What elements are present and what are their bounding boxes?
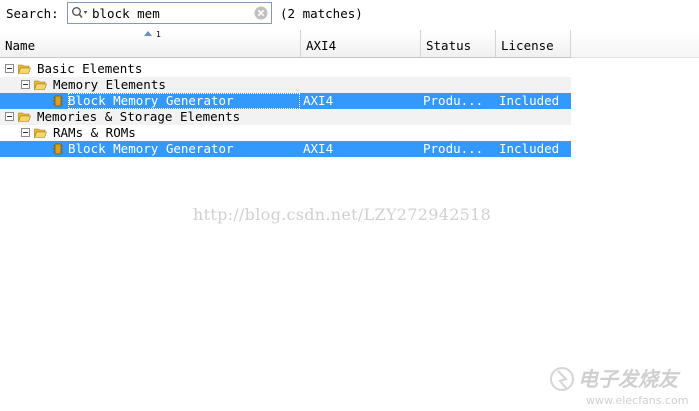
ip-core-icon <box>53 95 63 107</box>
tree-row-block-memory-generator-2[interactable]: Block Memory Generator AXI4 Produ... Inc… <box>0 141 571 157</box>
column-header-license[interactable]: License <box>496 30 571 57</box>
search-box[interactable] <box>67 2 272 24</box>
tree-row-label: Memory Elements <box>53 77 166 92</box>
elecfans-logo-watermark: 电子发烧友 www.elecfans.com <box>550 367 688 407</box>
ip-status: Produ... <box>423 141 484 156</box>
clear-search-icon[interactable] <box>254 6 268 20</box>
column-header-license-label: License <box>501 38 554 53</box>
tree-row-label: Memories & Storage Elements <box>37 109 241 124</box>
match-count: (2 matches) <box>280 6 363 21</box>
logo-domain: www.elecfans.com <box>586 394 688 407</box>
ip-interface: AXI4 <box>303 93 334 108</box>
ip-core-icon <box>53 143 63 155</box>
column-header-name[interactable]: Name 1 <box>0 30 301 57</box>
folder-open-icon <box>18 112 31 122</box>
ip-interface: AXI4 <box>303 141 334 156</box>
ip-name: Block Memory Generator <box>68 141 234 156</box>
column-header-status-label: Status <box>426 38 472 53</box>
header-filler <box>571 30 699 58</box>
folder-open-icon <box>18 64 31 74</box>
url-watermark: http://blog.csdn.net/LZY272942518 <box>193 205 492 224</box>
sort-ascending-icon: 1 <box>144 30 161 39</box>
column-header-status[interactable]: Status <box>421 30 496 57</box>
sort-order-number: 1 <box>156 30 161 39</box>
tree-row-rams-roms[interactable]: RAMs & ROMs <box>0 125 571 141</box>
ip-name: Block Memory Generator <box>68 93 300 109</box>
collapse-toggle-icon[interactable] <box>21 128 30 137</box>
search-icon[interactable] <box>71 6 89 20</box>
collapse-toggle-icon[interactable] <box>5 112 14 121</box>
column-header-axi[interactable]: AXI4 <box>301 30 421 57</box>
tree-row-memories-storage[interactable]: Memories & Storage Elements <box>0 109 571 125</box>
column-header-name-label: Name <box>5 38 36 53</box>
collapse-toggle-icon[interactable] <box>5 64 14 73</box>
folder-open-icon <box>34 80 47 90</box>
tree-row-basic-elements[interactable]: Basic Elements <box>0 61 571 77</box>
search-toolbar: Search: (2 matches) <box>0 0 699 29</box>
tree-row-label: RAMs & ROMs <box>53 125 136 140</box>
ip-status: Produ... <box>423 93 484 108</box>
search-input[interactable] <box>92 5 247 21</box>
collapse-toggle-icon[interactable] <box>21 80 30 89</box>
tree-row-block-memory-generator[interactable]: Block Memory Generator AXI4 Produ... Inc… <box>0 93 571 109</box>
folder-open-icon <box>34 128 47 138</box>
search-label: Search: <box>6 6 59 21</box>
logo-text: 电子发烧友 <box>578 367 681 391</box>
ip-license: Included <box>499 141 560 156</box>
tree-row-label: Basic Elements <box>37 61 143 76</box>
column-header: Name 1 AXI4 Status License <box>0 30 571 58</box>
ip-license: Included <box>499 93 560 108</box>
tree-row-memory-elements[interactable]: Memory Elements <box>0 77 571 93</box>
column-header-axi-label: AXI4 <box>306 38 337 53</box>
